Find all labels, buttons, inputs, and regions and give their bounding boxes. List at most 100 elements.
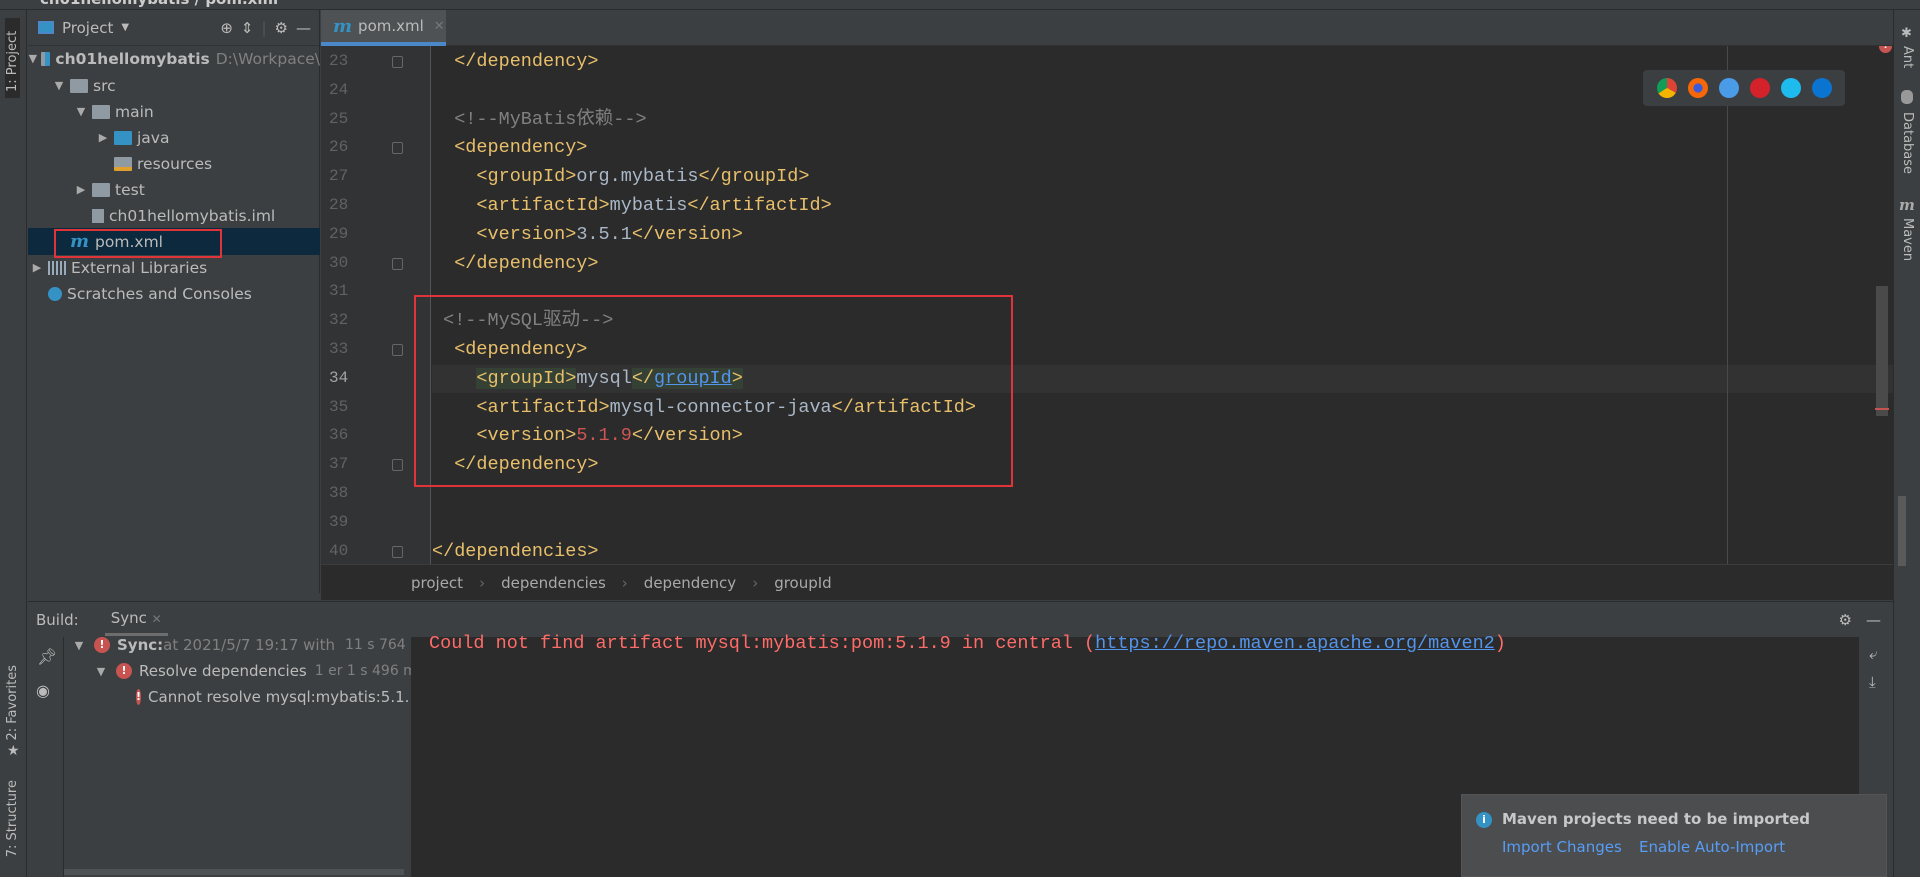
tree-item[interactable]: ch01hellomybatis.iml	[28, 202, 320, 229]
error-stripe-icon[interactable]: !	[1879, 46, 1892, 53]
tree-item[interactable]: resources	[28, 150, 320, 177]
line-number: 30	[329, 253, 349, 272]
resolve-label: Resolve dependencies	[139, 662, 307, 680]
code-token-tag: <groupId>	[476, 166, 577, 188]
tree-item-label: src	[93, 76, 116, 95]
project-panel: Project ▼ ⊕ ⇕ | ⚙ — ▼ ch01hellomybatis D:\…	[28, 10, 320, 593]
pin-icon[interactable]: 📌︎	[37, 647, 57, 666]
error-icon: !	[136, 689, 142, 705]
close-icon[interactable]: ✕	[434, 19, 445, 34]
gear-icon[interactable]: ⚙	[1839, 611, 1852, 629]
minimize-icon[interactable]: —	[296, 19, 311, 37]
locate-icon[interactable]: ⊕	[220, 19, 233, 37]
tree-item[interactable]: ▶ java	[28, 124, 320, 151]
vertical-scrollbar[interactable]	[1876, 286, 1888, 416]
maven-tool-tab[interactable]: Maven	[1900, 218, 1915, 261]
ie-icon[interactable]	[1780, 78, 1801, 98]
import-changes-link[interactable]: Import Changes	[1502, 838, 1622, 856]
project-path: D:\Workpace\	[215, 49, 320, 68]
eye-icon[interactable]: ◉	[36, 681, 50, 700]
database-tool-tab[interactable]: Database	[1900, 112, 1915, 174]
repo-link[interactable]: https://repo.maven.apache.org/maven2	[1095, 633, 1495, 654]
info-icon: i	[1476, 812, 1492, 828]
folder-icon	[92, 104, 110, 119]
folder-icon	[92, 182, 110, 197]
fold-marker-icon[interactable]	[392, 142, 403, 155]
fold-marker-icon[interactable]	[392, 56, 403, 68]
tree-item[interactable]: ▼ ch01hellomybatis D:\Workpace\	[28, 45, 320, 72]
expand-arrow-icon[interactable]: ▼	[72, 639, 86, 652]
code-token-txt: org.mybatis	[576, 166, 699, 188]
breadcrumb-item[interactable]: dependency	[644, 574, 736, 592]
line-number: 24	[329, 80, 349, 99]
error-marker[interactable]	[1875, 408, 1889, 410]
tab-pom-xml[interactable]: m pom.xml ✕	[321, 10, 446, 46]
expand-arrow-icon[interactable]: ▶	[74, 183, 88, 196]
resolve-duration: 1 er 1 s 496 ms	[314, 663, 425, 679]
code-line: </dependency>	[454, 250, 598, 278]
ant-tool-tab[interactable]: Ant	[1900, 46, 1915, 68]
tree-item[interactable]: ▶ test	[28, 176, 320, 203]
scratches-icon	[48, 286, 62, 301]
line-number: 28	[329, 196, 349, 214]
soft-wrap-icon[interactable]: ⤶	[1869, 645, 1877, 663]
sync-time: at 2021/5/7 19:17 with	[163, 636, 335, 654]
opera-icon[interactable]	[1749, 78, 1770, 98]
tree-item-cannot-resolve[interactable]: ! Cannot resolve mysql:mybatis:5.1.9	[136, 684, 410, 710]
horizontal-scrollbar[interactable]	[64, 869, 404, 875]
line-number: 34	[329, 368, 349, 387]
fold-marker-icon[interactable]	[392, 257, 403, 270]
expand-arrow-icon[interactable]: ▶	[96, 131, 110, 144]
gear-icon[interactable]: ⚙	[275, 19, 288, 37]
tree-item-sync[interactable]: ▼ ! Sync: at 2021/5/7 19:17 with 11 s 76…	[72, 632, 431, 658]
chrome-icon[interactable]	[1656, 78, 1677, 98]
tab-label: pom.xml	[358, 17, 424, 35]
scroll-to-end-icon[interactable]: ⤓	[1869, 673, 1876, 691]
edge-icon[interactable]	[1811, 78, 1832, 98]
tree-item[interactable]: ▼ src	[28, 72, 320, 99]
error-icon: !	[94, 637, 110, 653]
firefox-icon[interactable]	[1687, 78, 1708, 98]
close-icon[interactable]: ✕	[152, 612, 162, 626]
structure-tool-tab[interactable]: 7: Structure	[5, 780, 20, 857]
enable-auto-import-link[interactable]: Enable Auto-Import	[1639, 838, 1785, 856]
line-number: 40	[329, 541, 349, 560]
tree-item[interactable]: ▶ External Libraries	[28, 254, 320, 281]
collapse-arrow-icon[interactable]: ▼	[52, 79, 66, 92]
line-number: 36	[329, 426, 349, 445]
fold-marker-icon[interactable]	[392, 344, 403, 356]
line-number: 29	[329, 224, 349, 243]
iml-file-icon	[92, 208, 104, 223]
tree-item-label: main	[115, 102, 154, 121]
tree-item-label: resources	[137, 154, 213, 173]
expand-arrow-icon[interactable]: ▼	[94, 665, 108, 678]
line-number: 25	[329, 109, 349, 128]
collapse-arrow-icon[interactable]: ▼	[29, 52, 37, 65]
breadcrumb-item[interactable]: dependencies	[501, 574, 606, 592]
right-margin-guide	[1727, 46, 1728, 564]
browser-popup	[1643, 70, 1845, 106]
line-number: 38	[329, 484, 349, 502]
tree-item-resolve[interactable]: ▼ ! Resolve dependencies 1 er 1 s 496 ms	[94, 658, 424, 684]
tree-item[interactable]: ▼ main	[28, 98, 320, 125]
breadcrumb-item[interactable]: project	[411, 574, 463, 592]
error-suffix: )	[1494, 633, 1506, 654]
chevron-down-icon[interactable]: ▼	[121, 22, 129, 33]
collapse-arrow-icon[interactable]: ▼	[74, 105, 88, 118]
collapse-all-icon[interactable]: ⇕	[241, 19, 254, 37]
project-tool-tab[interactable]: 1: Project	[5, 18, 20, 98]
ant-icon: ✱	[1901, 26, 1912, 41]
project-view-selector[interactable]: Project	[62, 19, 113, 37]
tree-item[interactable]: Scratches and Consoles	[28, 280, 320, 307]
expand-arrow-icon[interactable]: ▶	[30, 261, 44, 274]
code-editor[interactable]: 23 24 25 26 27 28 29 30 31 32 33 34 35 36 37 38 39 40 </d…	[321, 46, 1893, 564]
favorites-tool-tab[interactable]: 2: Favorites	[5, 665, 20, 741]
fold-marker-icon[interactable]	[392, 459, 403, 472]
breadcrumb-item[interactable]: groupId	[774, 574, 832, 592]
minimize-icon[interactable]: —	[1866, 611, 1881, 629]
line-number: 39	[329, 512, 349, 531]
fold-marker-icon[interactable]	[392, 545, 403, 558]
safari-icon[interactable]	[1718, 78, 1739, 98]
highlight-box-pom	[54, 229, 222, 258]
code-token-cmt: <!--MyBatis依赖-->	[454, 108, 647, 130]
